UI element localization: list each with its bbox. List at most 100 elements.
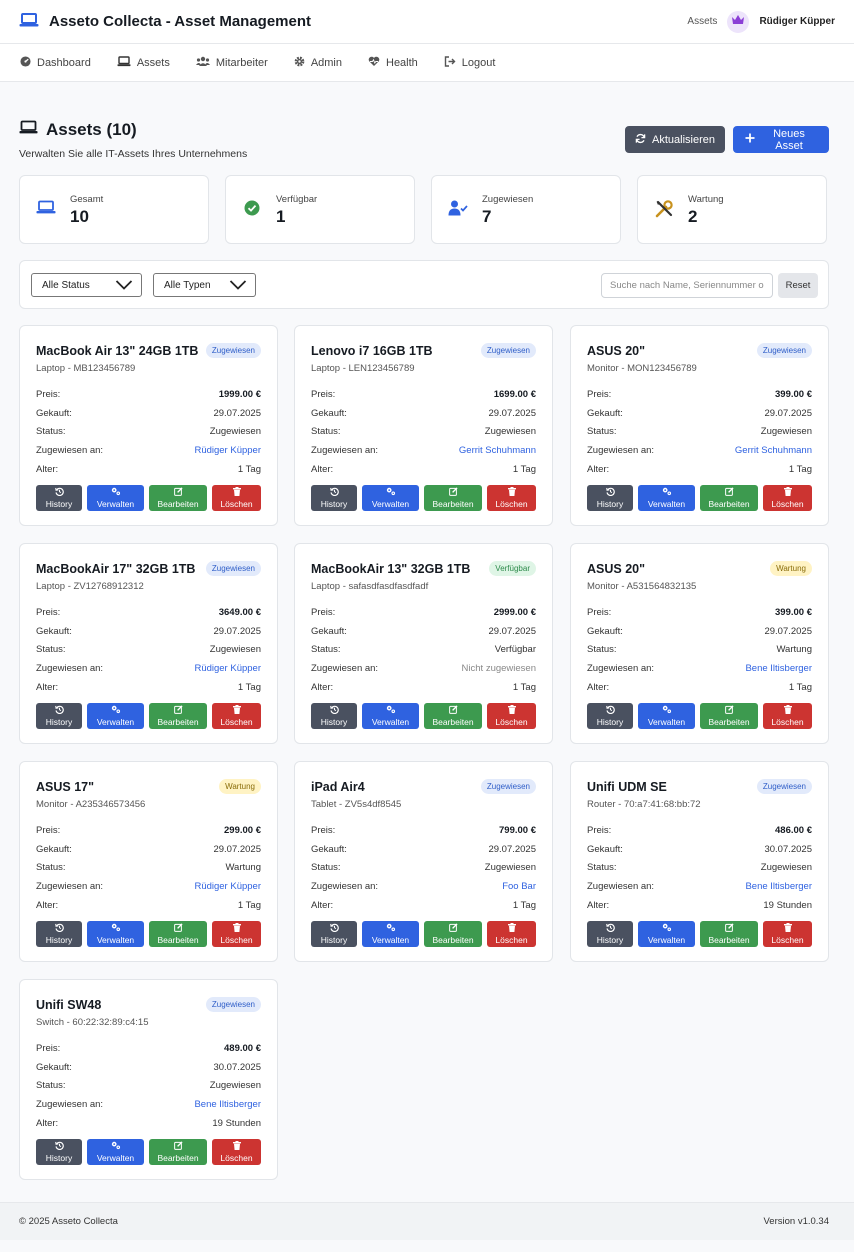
bought-label: Gekauft: [311,407,347,419]
assigned-value: Nicht zugewiesen [461,663,536,675]
delete-label: Löschen [495,498,528,509]
refresh-button[interactable]: Aktualisieren [625,126,725,153]
delete-button[interactable]: Löschen [487,920,536,947]
nav-item-assets[interactable]: Assets [117,55,170,70]
assigned-value: Bene Iltisberger [745,663,812,675]
delete-button[interactable]: Löschen [763,702,812,729]
nav-item-logout[interactable]: Logout [444,55,495,70]
delete-button[interactable]: Löschen [487,702,536,729]
delete-button[interactable]: Löschen [487,484,536,511]
edit-button[interactable]: Bearbeiten [424,920,482,947]
stat-value: 1 [276,207,286,226]
manage-button[interactable]: Verwalten [362,484,419,511]
new-asset-button[interactable]: Neues Asset [733,126,829,153]
bought-row: Gekauft: 29.07.2025 [587,404,812,423]
history-button[interactable]: History [587,484,633,511]
bought-row: Gekauft: 29.07.2025 [311,622,536,641]
history-label: History [596,498,624,509]
manage-button[interactable]: Verwalten [87,484,144,511]
assigned-label: Zugewiesen an: [587,881,655,893]
nav-item-health[interactable]: Health [368,56,418,70]
type-filter-select[interactable]: Alle Typen [153,273,256,297]
history-button[interactable]: History [36,484,82,511]
history-button[interactable]: History [311,920,357,947]
age-label: Alter: [36,464,59,476]
history-button[interactable]: History [36,702,82,729]
nav-item-mitarbeiter[interactable]: Mitarbeiter [195,56,268,70]
assigned-value: Rüdiger Küpper [194,445,261,457]
edit-button[interactable]: Bearbeiten [700,484,758,511]
manage-button[interactable]: Verwalten [638,920,695,947]
history-button[interactable]: History [36,1138,82,1165]
edit-button[interactable]: Bearbeiten [149,702,207,729]
assigned-row: Zugewiesen an: Rüdiger Küpper [36,659,261,678]
manage-button[interactable]: Verwalten [362,702,419,729]
reset-button[interactable]: Reset [778,273,818,298]
delete-button[interactable]: Löschen [212,702,261,729]
manage-button[interactable]: Verwalten [87,920,144,947]
edit-label: Bearbeiten [157,1152,199,1163]
manage-button[interactable]: Verwalten [87,1138,144,1165]
edit-button[interactable]: Bearbeiten [149,920,207,947]
user-name[interactable]: Rüdiger Küpper [759,16,835,27]
edit-button[interactable]: Bearbeiten [700,920,758,947]
status-badge: Zugewiesen [205,997,261,1012]
status-value: Zugewiesen [209,426,261,438]
edit-button[interactable]: Bearbeiten [424,702,482,729]
filter-bar: Alle Status Alle Typen Suche nach Name, … [19,260,829,309]
edit-button[interactable]: Bearbeiten [700,702,758,729]
history-button[interactable]: History [587,702,633,729]
edit-button[interactable]: Bearbeiten [149,1138,207,1165]
delete-button[interactable]: Löschen [212,920,261,947]
bought-value: 29.07.2025 [764,625,812,637]
manage-button[interactable]: Verwalten [87,702,144,729]
manage-button[interactable]: Verwalten [362,920,419,947]
age-value: 19 Stunden [763,900,812,912]
age-value: 1 Tag [237,682,261,694]
delete-label: Löschen [220,934,253,945]
edit-button[interactable]: Bearbeiten [149,484,207,511]
main-nav: Dashboard Assets Mitarbeiter Admin Healt… [0,44,854,82]
avatar[interactable] [727,10,750,33]
age-value: 1 Tag [237,464,261,476]
nav-label: Assets [136,56,170,69]
delete-button[interactable]: Löschen [212,484,261,511]
status-badge: Zugewiesen [756,779,812,794]
asset-name: Lenovo i7 16GB 1TB [311,344,433,358]
history-button[interactable]: History [311,484,357,511]
edit-button[interactable]: Bearbeiten [424,484,482,511]
stat-card-maintenance: Wartung 2 [637,175,827,244]
status-badge: Verfügbar [489,561,536,576]
history-button[interactable]: History [36,920,82,947]
price-value: 1699.00 € [493,388,536,400]
price-value: 489.00 € [224,1042,261,1054]
nav-item-dashboard[interactable]: Dashboard [20,55,91,70]
history-label: History [320,498,348,509]
brand[interactable]: Asseto Collecta - Asset Management [19,12,311,32]
bought-row: Gekauft: 29.07.2025 [311,404,536,423]
manage-button[interactable]: Verwalten [638,702,695,729]
search-input[interactable]: Suche nach Name, Seriennummer o [601,273,773,298]
status-badge: Zugewiesen [480,343,536,358]
history-button[interactable]: History [587,920,633,947]
status-label: Status: [36,644,66,656]
delete-button[interactable]: Löschen [212,1138,261,1165]
gear-icon [294,56,305,70]
assigned-row: Zugewiesen an: Rüdiger Küpper [36,877,261,896]
bought-row: Gekauft: 29.07.2025 [311,840,536,859]
age-label: Alter: [36,900,59,912]
age-label: Alter: [587,464,610,476]
manage-button[interactable]: Verwalten [638,484,695,511]
delete-button[interactable]: Löschen [763,920,812,947]
bought-value: 29.07.2025 [213,625,261,637]
edit-label: Bearbeiten [157,498,199,509]
status-filter-select[interactable]: Alle Status [31,273,142,297]
asset-name: iPad Air4 [311,780,365,794]
history-label: History [45,1152,73,1163]
nav-item-admin[interactable]: Admin [294,56,342,70]
history-button[interactable]: History [311,702,357,729]
status-row: Status: Wartung [587,641,812,660]
delete-button[interactable]: Löschen [763,484,812,511]
nav-label: Mitarbeiter [215,56,268,69]
age-row: Alter: 19 Stunden [587,896,812,915]
